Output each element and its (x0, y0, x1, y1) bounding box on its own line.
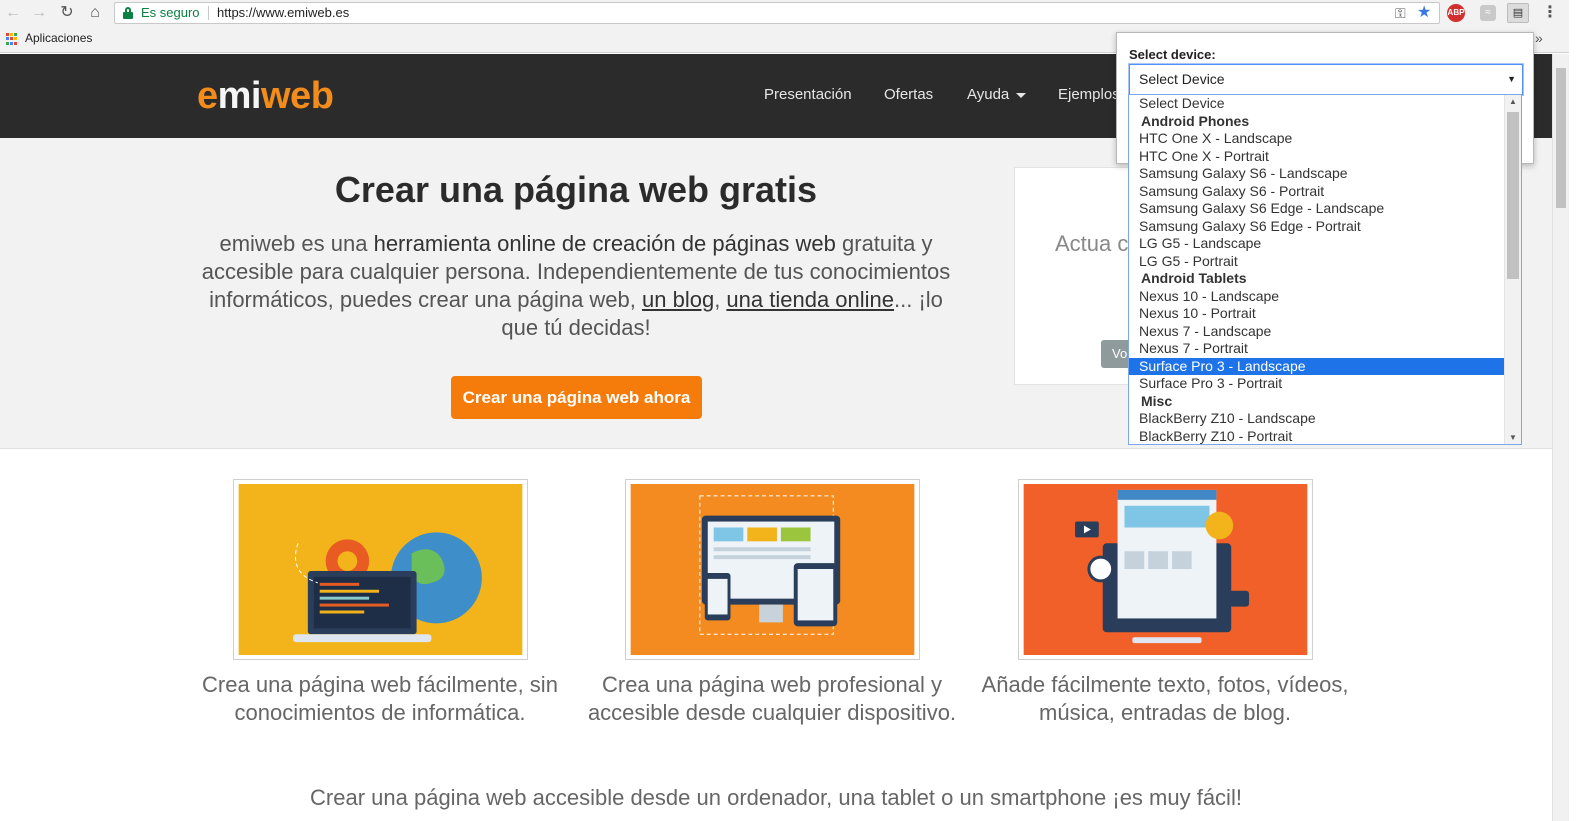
lock-icon (123, 7, 133, 19)
side-card: Actua conecta e Vo (1014, 167, 1134, 385)
menu-icon[interactable]: ⋮ (1540, 3, 1560, 23)
responsive-devices-illustration (630, 484, 915, 655)
url-text[interactable]: https://www.emiweb.es (217, 3, 349, 23)
dropdown-option[interactable]: BlackBerry Z10 - Landscape (1129, 410, 1505, 428)
dropdown-option[interactable]: LG G5 - Portrait (1129, 253, 1505, 271)
laptop-globe-illustration (238, 484, 523, 655)
dropdown-option[interactable]: BlackBerry Z10 - Portrait (1129, 428, 1505, 445)
dropdown-option[interactable]: Surface Pro 3 - Portrait (1129, 375, 1505, 393)
chevron-down-icon: ▼ (1507, 74, 1516, 84)
address-bar[interactable]: Es seguro https://www.emiweb.es ⚿ ★ (114, 2, 1440, 24)
device-emulator-icon[interactable]: ▤ (1507, 3, 1529, 23)
dropdown-option[interactable]: Surface Pro 3 - Landscape (1129, 357, 1505, 375)
hero-description: emiweb es una herramienta online de crea… (201, 231, 951, 340)
home-icon[interactable]: ⌂ (85, 3, 105, 23)
side-card-text: Actua conecta e (1055, 231, 1133, 256)
omnibox-divider (208, 6, 209, 20)
device-dropdown-list[interactable]: Select Device Android Phones HTC One X - L… (1128, 94, 1522, 445)
rss-icon[interactable]: ≈ (1480, 5, 1496, 21)
dropdown-group-label: Android Phones (1141, 112, 1250, 129)
nav-ayuda[interactable]: Ayuda (967, 85, 1027, 105)
dropdown-option[interactable]: Nexus 10 - Landscape (1129, 288, 1505, 306)
dropdown-option[interactable]: LG G5 - Landscape (1129, 235, 1505, 253)
hero-title: Crear una página web gratis (334, 169, 818, 210)
bottom-tagline: Crear una página web accesible desde un … (310, 785, 1242, 810)
dropdown-scrollbar[interactable]: ▲ ▼ (1504, 95, 1521, 444)
dropdown-option[interactable]: Samsung Galaxy S6 Edge - Landscape (1129, 200, 1505, 218)
device-select[interactable]: Select Device ▼ (1129, 64, 1523, 95)
feature-text-2: Crea una página web profesional y accesi… (587, 672, 957, 725)
dropdown-group-label: Misc (1141, 392, 1173, 409)
browser-right-edge (1569, 0, 1595, 821)
nav-ofertas[interactable]: Ofertas (884, 85, 933, 105)
dropdown-option[interactable]: HTC One X - Landscape (1129, 130, 1505, 148)
link-blog[interactable]: un blog (642, 287, 714, 312)
dropdown-option[interactable]: Nexus 7 - Portrait (1129, 340, 1505, 358)
dropdown-option[interactable]: Samsung Galaxy S6 - Portrait (1129, 183, 1505, 201)
dropdown-option[interactable]: HTC One X - Portrait (1129, 148, 1505, 166)
apps-bookmark[interactable]: Aplicaciones (25, 31, 92, 45)
dropdown-option[interactable]: Nexus 7 - Landscape (1129, 323, 1505, 341)
device-select-value: Select Device (1139, 71, 1225, 87)
link-tienda[interactable]: una tienda online (726, 287, 894, 312)
feature-image-2 (625, 479, 920, 660)
scroll-up-icon[interactable]: ▲ (1509, 97, 1517, 106)
back-icon[interactable]: ← (3, 3, 23, 23)
key-icon[interactable]: ⚿ (1395, 4, 1406, 22)
dropdown-option[interactable]: Samsung Galaxy S6 - Landscape (1129, 165, 1505, 183)
feature-text-1: Crea una página web fácilmente, sin cono… (202, 672, 558, 725)
forward-icon[interactable]: → (29, 3, 49, 23)
feature-image-3 (1018, 479, 1313, 660)
feature-image-1 (233, 479, 528, 660)
page-scrollbar[interactable] (1552, 54, 1569, 821)
nav-ejemplos[interactable]: Ejemplos (1058, 85, 1120, 105)
adblock-icon[interactable]: ABP (1447, 4, 1465, 22)
media-content-illustration (1023, 484, 1308, 655)
page-scrollbar-thumb[interactable] (1556, 68, 1566, 208)
apps-icon[interactable] (6, 33, 18, 45)
browser-toolbar: ← → ↻ ⌂ Es seguro https://www.emiweb.es … (0, 0, 1595, 26)
dropdown-option[interactable]: Samsung Galaxy S6 Edge - Portrait (1129, 218, 1505, 236)
device-select-label: Select device: (1129, 47, 1216, 62)
create-website-button[interactable]: Crear una página web ahora (451, 376, 702, 419)
more-bookmarks-icon[interactable]: » (1535, 30, 1543, 46)
dropdown-scrollbar-thumb[interactable] (1507, 112, 1519, 279)
nav-presentacion[interactable]: Presentación (764, 85, 852, 105)
site-logo[interactable]: emiweb (197, 74, 334, 118)
star-icon[interactable]: ★ (1417, 4, 1431, 22)
secure-label: Es seguro (141, 5, 200, 20)
dropdown-group-label: Android Tablets (1141, 270, 1247, 286)
dropdown-option[interactable]: Select Device (1129, 95, 1505, 113)
scroll-down-icon[interactable]: ▼ (1509, 433, 1517, 442)
dropdown-option[interactable]: Nexus 10 - Portrait (1129, 305, 1505, 323)
chevron-down-icon (1016, 92, 1027, 98)
feature-text-3: Añade fácilmente texto, fotos, vídeos, m… (981, 672, 1349, 725)
reload-icon[interactable]: ↻ (57, 3, 77, 23)
